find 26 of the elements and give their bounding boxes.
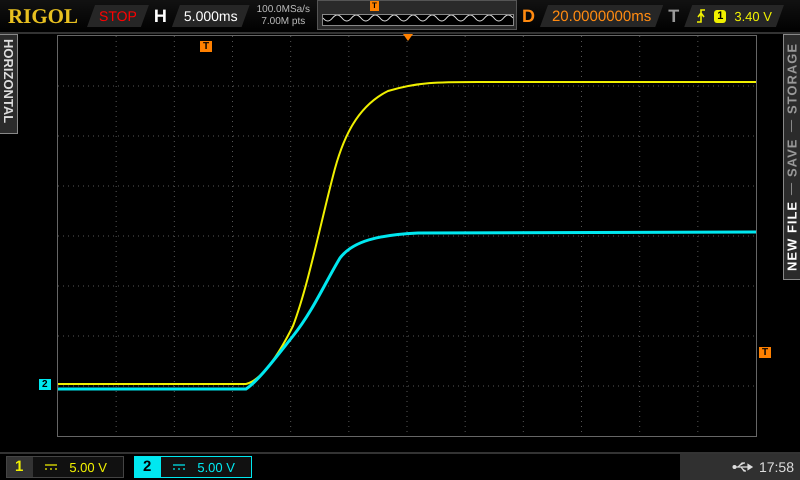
trigger-position-marker[interactable]: T [200, 41, 212, 52]
timebase-value[interactable]: 5.000ms [172, 5, 250, 27]
trigger-source: 1 [714, 10, 726, 22]
channel-scale-tab[interactable]: 2 5.00 V [134, 456, 252, 478]
rising-edge-icon [696, 9, 706, 23]
menu-path-item[interactable]: SAVE [784, 138, 800, 177]
memory-depth: 7.00M pts [261, 16, 306, 28]
dc-coupling-icon [173, 464, 186, 470]
sample-rate: 100.0MSa/s [256, 4, 310, 16]
run-status[interactable]: STOP [87, 5, 149, 27]
trigger-level-marker[interactable]: T [759, 347, 772, 358]
dc-coupling-icon [45, 464, 58, 470]
timebase-label: H [154, 6, 167, 26]
clock-time: 17:58 [758, 459, 794, 475]
channel-scale-tab[interactable]: 1 5.00 V [6, 456, 124, 478]
menu-path-item[interactable]: NEW FILE [784, 200, 800, 271]
delay-label: D [522, 6, 535, 26]
channel-offset-marker[interactable]: 2 [39, 379, 51, 390]
brand-logo: RIGOL [8, 4, 78, 28]
trigger-label: T [668, 6, 680, 26]
menu-path-item[interactable]: STORAGE [784, 43, 800, 114]
horizontal-menu-tab[interactable]: HORIZONTAL [0, 34, 18, 134]
delay-value[interactable]: 20.0000000ms [540, 5, 664, 27]
usb-icon [732, 461, 754, 473]
trigger-marker: T [370, 1, 379, 11]
trigger-level: 3.40 V [734, 8, 772, 24]
